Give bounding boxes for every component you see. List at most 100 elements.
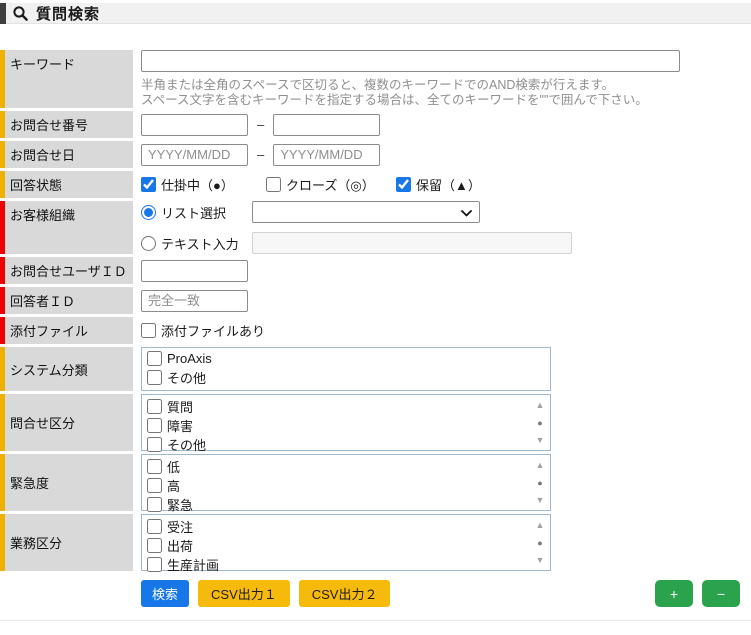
scroll-down-icon[interactable]: ▼ (536, 435, 545, 445)
failure-checkbox-label: 障害 (167, 416, 193, 435)
customer-org-text-radio-option[interactable]: テキスト入力 (141, 234, 252, 253)
remove-button[interactable]: − (702, 580, 740, 607)
urgency-label: 緊急度 (0, 454, 133, 511)
urgency-option[interactable]: 緊急 (147, 495, 532, 514)
row-inquiry-date: お問合せ日 – (0, 141, 751, 168)
proaxis-checkbox-label: ProAxis (167, 351, 212, 366)
inquiry-number-to-input[interactable] (273, 114, 380, 136)
low-checkbox-label: 低 (167, 457, 180, 476)
business-type-option[interactable]: 受注 (147, 517, 532, 536)
listbox-scrollbar[interactable]: ▲ ● ▼ (532, 517, 548, 568)
business-type-label: 業務区分 (0, 514, 133, 571)
action-bar: 検索 CSV出力１ CSV出力２ + − (141, 580, 740, 607)
row-inquiry-type: 問合せ区分 質問 障害 その他 (0, 394, 751, 451)
failure-checkbox[interactable] (147, 418, 162, 433)
csv-export-2-button[interactable]: CSV出力２ (299, 580, 391, 607)
page-header: 質問検索 (0, 3, 751, 24)
inquiry-type-label: 問合せ区分 (0, 394, 133, 451)
inprogress-checkbox[interactable] (141, 177, 156, 192)
keyword-help-line1: 半角または全角のスペースで区切ると、複数のキーワードでのAND検索が行えます。 (141, 78, 614, 93)
order-checkbox-label: 受注 (167, 517, 193, 536)
order-checkbox[interactable] (147, 519, 162, 534)
customer-org-select[interactable] (252, 201, 480, 223)
urgency-option[interactable]: 高 (147, 476, 532, 495)
hold-checkbox[interactable] (396, 177, 411, 192)
row-answer-status: 回答状態 仕掛中（●） クローズ（◎） 保留（▲） (0, 171, 751, 198)
answer-status-label: 回答状態 (0, 171, 133, 198)
closed-checkbox-label: クローズ（◎） (286, 175, 375, 194)
row-attachment: 添付ファイル 添付ファイルあり (0, 317, 751, 344)
attachment-checkbox[interactable] (141, 323, 156, 338)
row-business-type: 業務区分 受注 出荷 生産計画 (0, 514, 751, 571)
text-input-radio-label: テキスト入力 (161, 234, 239, 253)
inquiry-date-from-input[interactable] (141, 144, 248, 166)
keyword-input[interactable] (141, 50, 680, 72)
inquiry-type-option[interactable]: 障害 (147, 416, 532, 435)
question-search-page: 質問検索 キーワード 半角または全角のスペースで区切ると、複数のキーワードでのA… (0, 0, 751, 635)
attachment-label: 添付ファイル (0, 317, 133, 344)
customer-org-list-radio-option[interactable]: リスト選択 (141, 203, 252, 222)
keyword-help-line2: スペース文字を含むキーワードを指定する場合は、全てのキーワードを""で囲んで下さ… (141, 93, 648, 108)
keyword-label: キーワード (0, 50, 133, 108)
high-checkbox[interactable] (147, 478, 162, 493)
scroll-down-icon[interactable]: ▼ (536, 495, 545, 505)
proaxis-checkbox[interactable] (147, 351, 162, 366)
question-checkbox[interactable] (147, 399, 162, 414)
inquiry-type-option[interactable]: 質問 (147, 397, 532, 416)
row-keyword: キーワード 半角または全角のスペースで区切ると、複数のキーワードでのAND検索が… (0, 50, 751, 108)
answerer-id-input[interactable] (141, 290, 248, 312)
list-select-radio[interactable] (141, 205, 156, 220)
inquiry-number-from-input[interactable] (141, 114, 248, 136)
system-category-option[interactable]: ProAxis (147, 351, 548, 366)
other-system-checkbox[interactable] (147, 370, 162, 385)
answer-status-option-inprogress[interactable]: 仕掛中（●） (141, 175, 266, 194)
csv-export-1-button[interactable]: CSV出力１ (198, 580, 290, 607)
row-inquiry-number: お問合せ番号 – (0, 111, 751, 138)
other-type-checkbox[interactable] (147, 437, 162, 452)
scroll-up-icon[interactable]: ▲ (536, 460, 545, 470)
answer-status-option-hold[interactable]: 保留（▲） (396, 175, 481, 194)
row-system-category: システム分類 ProAxis その他 (0, 347, 751, 391)
production-plan-checkbox[interactable] (147, 557, 162, 572)
customer-org-text-input[interactable] (252, 232, 572, 254)
inquiry-number-label: お問合せ番号 (0, 111, 133, 138)
system-category-label: システム分類 (0, 347, 133, 391)
system-category-option[interactable]: その他 (147, 368, 548, 387)
listbox-scrollbar[interactable]: ▲ ● ▼ (532, 457, 548, 508)
page-title: 質問検索 (36, 3, 100, 24)
answerer-id-label: 回答者ＩＤ (0, 287, 133, 314)
scroll-up-icon[interactable]: ▲ (536, 520, 545, 530)
other-system-checkbox-label: その他 (167, 368, 206, 387)
chevron-down-icon (461, 205, 472, 220)
search-form: キーワード 半角または全角のスペースで区切ると、複数のキーワードでのAND検索が… (0, 50, 751, 571)
scroll-thumb-icon[interactable]: ● (537, 418, 542, 428)
text-input-radio[interactable] (141, 236, 156, 251)
shipment-checkbox[interactable] (147, 538, 162, 553)
inquiry-user-id-input[interactable] (141, 260, 248, 282)
system-category-listbox: ProAxis その他 (141, 347, 551, 391)
scroll-thumb-icon[interactable]: ● (537, 538, 542, 548)
answer-status-option-closed[interactable]: クローズ（◎） (266, 175, 396, 194)
scroll-thumb-icon[interactable]: ● (537, 478, 542, 488)
range-separator: – (257, 117, 264, 132)
business-type-listbox: 受注 出荷 生産計画 ▲ ● ▼ (141, 514, 551, 571)
closed-checkbox[interactable] (266, 177, 281, 192)
urgency-option[interactable]: 低 (147, 457, 532, 476)
search-icon (12, 5, 29, 22)
hold-checkbox-label: 保留（▲） (416, 175, 481, 194)
business-type-option[interactable]: 生産計画 (147, 555, 532, 574)
inquiry-user-id-label: お問合せユーザＩＤ (0, 257, 133, 284)
search-button[interactable]: 検索 (141, 580, 189, 607)
inquiry-type-option[interactable]: その他 (147, 435, 532, 454)
listbox-scrollbar[interactable]: ▲ ● ▼ (532, 397, 548, 448)
other-type-checkbox-label: その他 (167, 435, 206, 454)
low-checkbox[interactable] (147, 459, 162, 474)
scroll-up-icon[interactable]: ▲ (536, 400, 545, 410)
urgent-checkbox[interactable] (147, 497, 162, 512)
inquiry-type-listbox: 質問 障害 その他 ▲ ● ▼ (141, 394, 551, 451)
inquiry-date-to-input[interactable] (273, 144, 380, 166)
attachment-option[interactable]: 添付ファイルあり (141, 321, 265, 340)
add-button[interactable]: + (655, 580, 693, 607)
business-type-option[interactable]: 出荷 (147, 536, 532, 555)
scroll-down-icon[interactable]: ▼ (536, 555, 545, 565)
